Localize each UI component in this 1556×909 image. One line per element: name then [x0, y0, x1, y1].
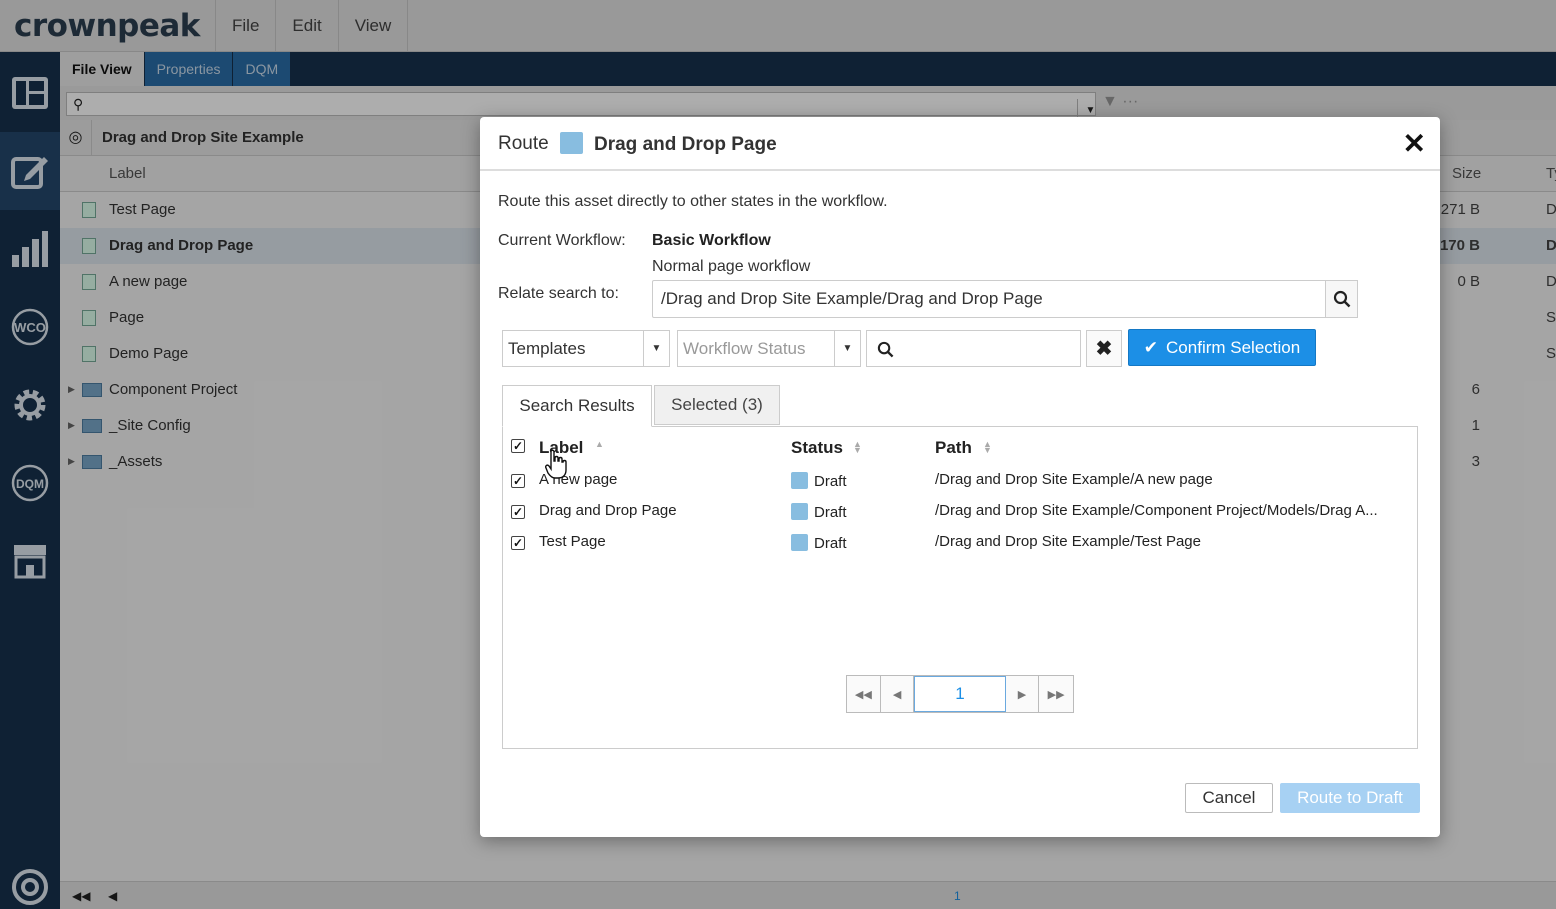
row-checkbox[interactable]: ✓: [511, 474, 525, 488]
relate-search-label: Relate search to:: [498, 285, 619, 302]
search-icon: [877, 341, 894, 358]
route-to-draft-button[interactable]: Route to Draft: [1280, 783, 1420, 813]
workflow-status-placeholder: Workflow Status: [683, 339, 806, 358]
result-label[interactable]: Drag and Drop Page: [539, 502, 677, 519]
dialog-intro: Route this asset directly to other state…: [498, 193, 888, 210]
close-icon: ✖: [1095, 338, 1113, 360]
clear-search-button[interactable]: ✖: [1086, 330, 1122, 367]
grid-header-path[interactable]: Path: [935, 438, 972, 458]
row-checkbox[interactable]: ✓: [511, 505, 525, 519]
relate-search-button[interactable]: [1325, 280, 1358, 318]
last-page-button[interactable]: ▶▶: [1039, 676, 1073, 712]
confirm-selection-button[interactable]: ✔ Confirm Selection: [1128, 329, 1316, 366]
chevron-down-icon[interactable]: ▼: [834, 331, 860, 366]
select-all-checkbox[interactable]: ✓: [511, 439, 525, 453]
result-path: /Drag and Drop Site Example/A new page: [935, 471, 1213, 488]
row-checkbox[interactable]: ✓: [511, 536, 525, 550]
workflow-status-select[interactable]: Workflow Status ▼: [677, 330, 861, 367]
dialog-title-prefix: Route: [498, 133, 549, 154]
chevron-down-icon[interactable]: ▼: [643, 331, 669, 366]
asset-search-input[interactable]: [866, 330, 1081, 367]
route-dialog: Route Drag and Drop Page ✕ Route this as…: [480, 117, 1440, 837]
current-page[interactable]: 1: [914, 676, 1006, 712]
result-path: /Drag and Drop Site Example/Component Pr…: [935, 502, 1378, 519]
type-select[interactable]: Templates ▼: [502, 330, 670, 367]
current-workflow-value: Basic Workflow: [652, 232, 771, 249]
asset-status-swatch: [560, 132, 583, 154]
dialog-title: Drag and Drop Page: [594, 134, 777, 155]
result-status: Draft: [814, 504, 847, 521]
cancel-button[interactable]: Cancel: [1185, 783, 1273, 813]
dialog-header: Route Drag and Drop Page ✕: [480, 117, 1440, 171]
results-pager: ◀◀ ◀ 1 ▶ ▶▶: [846, 675, 1074, 713]
current-workflow-description: Normal page workflow: [652, 258, 811, 275]
result-path: /Drag and Drop Site Example/Test Page: [935, 533, 1201, 550]
tab-search-results[interactable]: Search Results: [502, 385, 652, 427]
grid-header-status[interactable]: Status: [791, 438, 843, 458]
tab-selected[interactable]: Selected (3): [654, 385, 780, 425]
check-icon: ✔: [1143, 337, 1159, 357]
search-icon: [1333, 290, 1350, 308]
draft-status-icon: [791, 472, 808, 489]
result-status: Draft: [814, 535, 847, 552]
relate-search-input[interactable]: /Drag and Drop Site Example/Drag and Dro…: [652, 280, 1326, 318]
close-icon[interactable]: ✕: [1403, 127, 1426, 160]
first-page-button[interactable]: ◀◀: [847, 676, 881, 712]
sort-icon[interactable]: ▲ ▼: [983, 440, 992, 455]
next-page-button[interactable]: ▶: [1005, 676, 1040, 712]
type-select-value: Templates: [508, 339, 586, 358]
draft-status-icon: [791, 503, 808, 520]
hand-cursor-icon: [545, 449, 567, 479]
result-status: Draft: [814, 473, 847, 490]
current-workflow-label: Current Workflow:: [498, 232, 626, 249]
sort-asc-icon[interactable]: ▲: [595, 440, 604, 449]
draft-status-icon: [791, 534, 808, 551]
sort-icon[interactable]: ▲ ▼: [853, 440, 862, 455]
confirm-selection-label: Confirm Selection: [1166, 337, 1301, 357]
result-label[interactable]: Test Page: [539, 533, 606, 550]
prev-page-button[interactable]: ◀: [880, 676, 915, 712]
